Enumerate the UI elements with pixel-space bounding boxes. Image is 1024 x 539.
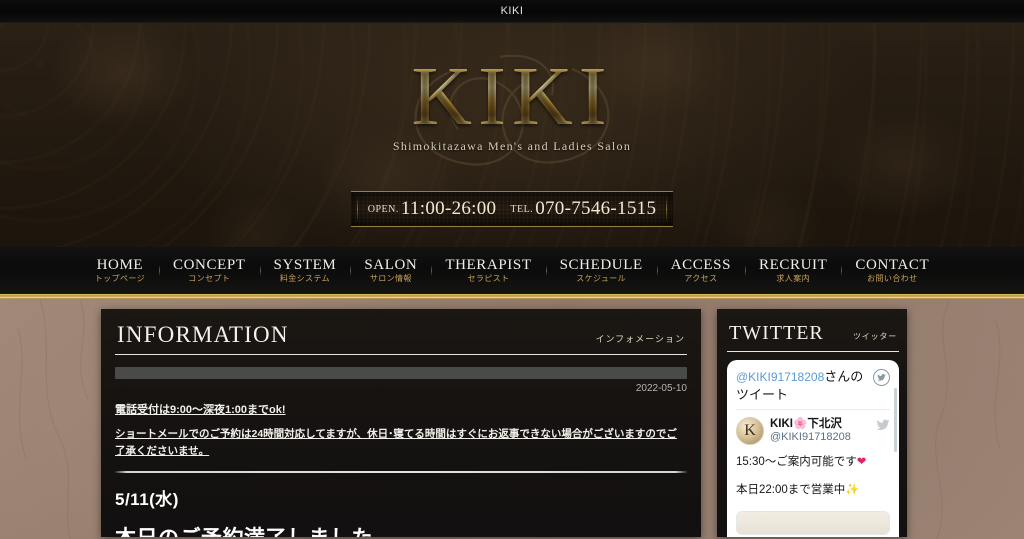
twitter-widget-handle-link[interactable]: @KIKI91718208 [736,370,824,384]
main-navigation[interactable]: HOME トップページ CONCEPT コンセプト SYSTEM 料金システム … [0,247,1024,294]
tweet-display-name-rest: 下北沢 [807,418,842,431]
loading-placeholder-bar [115,367,687,379]
nav-item-label-en: RECRUIT [759,256,828,273]
open-hours-value: 11:00-26:00 [400,198,497,219]
nav-item-label-jp: 求人案内 [776,274,811,284]
nav-item-label-jp: 料金システム [279,274,331,284]
information-panel-header: INFORMATION インフォメーション [115,309,687,355]
information-entry-headline: 本日のご予約満了しました [115,522,687,537]
tweet-line-2-text: 本日22:00まで営業中 [736,484,846,497]
twitter-bird-badge-icon[interactable] [873,369,890,386]
nav-item-system[interactable]: SYSTEM 料金システム [259,256,351,284]
information-line-1[interactable]: 電話受付は9:00〜深夜1:00までok! [115,401,687,419]
tweet-line-1-text: 15:30〜ご案内可能です [736,456,857,469]
page-body-background: INFORMATION インフォメーション 2022-05-10 電話受付は9:… [0,299,1024,539]
logo-title: KIKI [0,55,1024,139]
logo-tagline: Shimokitazawa Men's and Ladies Salon [392,138,632,153]
open-hours-bar: OPEN. 11:00-26:00 TEL. 070-7546-1515 [351,191,673,227]
browser-tab-title: KIKI [500,5,524,17]
tel-label: TEL. [510,203,534,215]
twitter-widget-header: @KIKI91718208さんのツイート [736,368,890,403]
nav-item-label-en: SALON [364,256,418,273]
tweet-line-2: 本日22:00まで営業中✨ [736,482,890,499]
twitter-timeline-widget[interactable]: @KIKI91718208さんのツイート K KIKI🌸下北沢 @KIKI917… [727,360,899,537]
nav-item-concept[interactable]: CONCEPT コンセプト [159,257,260,284]
nav-item-label-en: CONTACT [855,256,930,273]
nav-item-salon[interactable]: SALON サロン情報 [350,257,431,284]
information-title-jp: インフォメーション [595,334,685,344]
information-panel: INFORMATION インフォメーション 2022-05-10 電話受付は9:… [101,309,701,537]
tel-number-value[interactable]: 070-7546-1515 [535,198,656,220]
tweet-link-card[interactable] [736,510,890,535]
information-entry-date: 5/11(水) [115,489,179,509]
twitter-bird-icon [877,374,886,381]
tweet-author-names: KIKI🌸下北沢 @KIKI91718208 [770,417,851,445]
nav-item-recruit[interactable]: RECRUIT 求人案内 [745,257,841,284]
twitter-title: TWITTER [729,322,824,344]
tweet-handle[interactable]: @KIKI91718208 [770,431,851,445]
nav-item-label-en: THERAPIST [445,256,532,273]
sparkles-icon: ✨ [845,484,860,497]
site-header: KIKI Shimokitazawa Men's and Ladies Salo… [0,23,1024,247]
nav-item-therapist[interactable]: THERAPIST セラピスト [431,257,545,284]
nav-item-label-jp: コンセプト [188,274,231,284]
twitter-panel-header: TWITTER ツイッター [727,309,899,352]
information-divider [115,470,687,473]
nav-item-label-en: CONCEPT [173,256,246,273]
nav-item-label-jp: スケジュール [576,274,627,284]
nav-item-schedule[interactable]: SCHEDULE スケジュール [545,256,657,284]
nav-item-home[interactable]: HOME トップページ [81,257,159,284]
browser-title-bar: KIKI [0,0,1024,23]
tweet-display-name-text: KIKI [770,418,793,431]
content-columns: INFORMATION インフォメーション 2022-05-10 電話受付は9:… [101,299,923,537]
nav-item-contact[interactable]: CONTACT お問い合わせ [841,257,943,284]
nav-items-container: HOME トップページ CONCEPT コンセプト SYSTEM 料金システム … [81,257,944,284]
tweet-item[interactable]: K KIKI🌸下北沢 @KIKI91718208 15:30〜ご案内可能です❤ … [736,410,890,535]
tweet-header: K KIKI🌸下北沢 @KIKI91718208 [736,417,890,446]
information-post-date: 2022-05-10 [635,383,687,394]
nav-item-label-jp: セラピスト [467,274,510,284]
site-logo-block[interactable]: KIKI Shimokitazawa Men's and Ladies Salo… [0,55,1024,166]
page-viewport: KIKI Shimokitazawa Men's and Ladies Salo… [0,23,1024,539]
nav-item-label-jp: サロン情報 [369,274,412,284]
nav-item-label-jp: お問い合わせ [867,274,918,284]
avatar[interactable]: K [736,417,764,446]
twitter-widget-scrollbar[interactable] [894,388,897,452]
nav-item-label-en: SCHEDULE [559,256,643,273]
tweet-twitter-bird-icon [876,418,890,434]
nav-item-access[interactable]: ACCESS アクセス [656,256,745,284]
nav-item-label-jp: アクセス [684,274,718,284]
nav-item-label-en: ACCESS [670,256,732,273]
tweet-line-1: 15:30〜ご案内可能です❤ [736,454,890,471]
twitter-panel: TWITTER ツイッター @KIKI91718208さんのツイート K KIK… [717,309,907,537]
information-title: INFORMATION [117,322,289,347]
information-line-2[interactable]: ショートメールでのご予約は24時間対応してますが、休日･寝てる時間はすぐにお返事… [115,426,687,461]
cherry-blossom-icon: 🌸 [793,418,808,431]
open-label: OPEN. [367,203,399,215]
heart-icon: ❤ [856,456,867,469]
twitter-bird-glyph-icon [876,419,890,431]
tweet-display-name: KIKI🌸下北沢 [770,417,851,431]
nav-item-label-jp: トップページ [94,274,145,284]
nav-item-label-en: HOME [96,256,144,273]
tweet-body: 15:30〜ご案内可能です❤ 本日22:00まで営業中✨ [736,454,890,500]
twitter-title-jp: ツイッター [853,332,897,341]
nav-item-label-en: SYSTEM [273,256,337,273]
